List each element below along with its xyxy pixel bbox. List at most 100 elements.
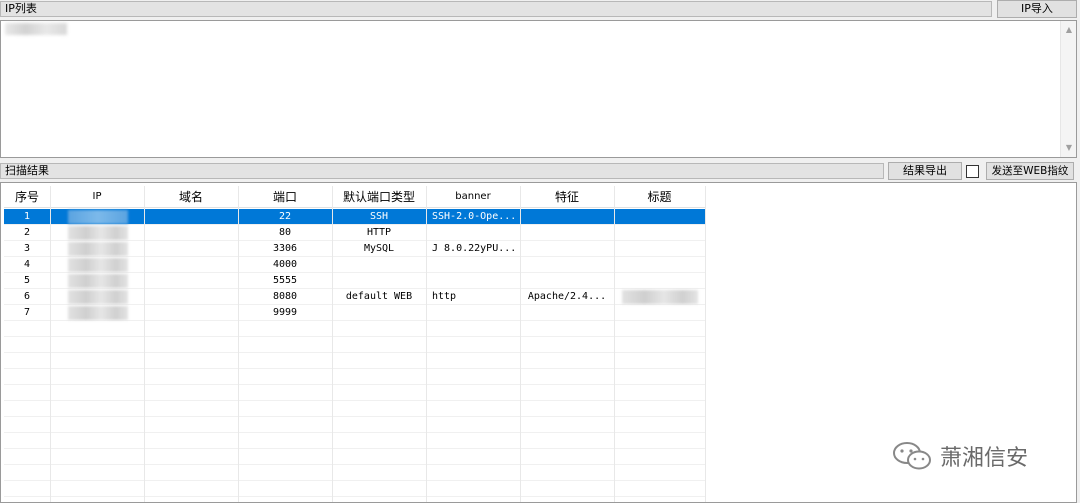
col-header-feature[interactable]: 特征 [520, 186, 614, 208]
scroll-down-icon[interactable]: ▼ [1061, 141, 1077, 155]
table-header-row: 序号 IP 域名 端口 默认端口类型 banner 特征 标题 [4, 186, 705, 208]
redacted-ip [68, 306, 128, 320]
column-divider[interactable] [426, 186, 427, 502]
grid-line [4, 384, 705, 385]
table-row[interactable]: 2 80 HTTP [4, 225, 705, 241]
col-header-ip[interactable]: IP [50, 186, 144, 208]
cell-banner [426, 305, 520, 321]
cell-port: 9999 [272, 307, 298, 318]
cell-domain [144, 273, 238, 289]
column-divider[interactable] [705, 186, 706, 502]
scan-results-title: 扫描结果 [5, 164, 49, 177]
send-to-web-fingerprint-button[interactable]: 发送至WEB指纹 [986, 162, 1074, 180]
cell-type [332, 257, 426, 273]
redacted-ip [68, 242, 128, 256]
table-row[interactable]: 3 3306 MySQL J 8.0.22yPU... [4, 241, 705, 257]
cell-type [332, 305, 426, 321]
table-row[interactable]: 1 22 SSH SSH-2.0-Ope... [4, 209, 705, 225]
table-row[interactable]: 6 8080 default WEB http Apache/2.4... [4, 289, 705, 305]
table-row[interactable]: 5 5555 [4, 273, 705, 289]
watermark-text: 萧湘信安 [940, 446, 1029, 471]
grid-line [4, 352, 705, 353]
grid-line [4, 464, 705, 465]
column-divider[interactable] [144, 186, 145, 502]
cell-banner [426, 225, 520, 241]
cell-title [614, 305, 705, 321]
column-divider[interactable] [614, 186, 615, 502]
scroll-up-icon[interactable]: ▲ [1061, 23, 1077, 37]
cell-domain [144, 225, 238, 241]
cell-type: SSH [369, 211, 389, 222]
grid-line [4, 496, 705, 497]
redacted-ip [68, 290, 128, 304]
cell-feature [520, 305, 614, 321]
column-divider[interactable] [50, 186, 51, 502]
grid-line [4, 368, 705, 369]
cell-domain [144, 289, 238, 305]
cell-no: 7 [23, 307, 31, 318]
cell-feature [520, 273, 614, 289]
ip-list-title: IP列表 [5, 2, 37, 15]
cell-feature [520, 225, 614, 241]
cell-title [614, 241, 705, 257]
ip-list-header: IP列表 [0, 1, 992, 17]
cell-no: 5 [23, 275, 31, 286]
cell-no: 3 [23, 243, 31, 254]
export-results-button[interactable]: 结果导出 [888, 162, 962, 180]
cell-port: 3306 [272, 243, 298, 254]
column-divider[interactable] [332, 186, 333, 502]
grid-line [4, 416, 705, 417]
cell-type: HTTP [366, 227, 392, 238]
cell-no: 6 [23, 291, 31, 302]
grid-line [4, 336, 705, 337]
cell-no: 4 [23, 259, 31, 270]
scan-results-header: 扫描结果 [0, 163, 884, 179]
cell-no: 2 [23, 227, 31, 238]
cell-banner [426, 273, 520, 289]
cell-type: default WEB [345, 291, 413, 302]
wechat-icon [893, 442, 931, 470]
cell-no: 1 [23, 211, 31, 222]
cell-port: 80 [278, 227, 292, 238]
col-header-domain[interactable]: 域名 [144, 186, 238, 208]
cell-domain [144, 241, 238, 257]
redacted-ip [68, 258, 128, 272]
column-divider[interactable] [238, 186, 239, 502]
send-web-checkbox[interactable] [966, 165, 979, 178]
column-divider[interactable] [520, 186, 521, 502]
watermark: 萧湘信安 [890, 438, 1060, 474]
cell-domain [144, 209, 238, 225]
col-header-title[interactable]: 标题 [614, 186, 705, 208]
cell-banner [426, 257, 520, 273]
cell-domain [144, 305, 238, 321]
grid-line [4, 400, 705, 401]
redacted-title [622, 290, 698, 304]
redacted-ip [68, 226, 128, 240]
col-header-banner[interactable]: banner [426, 186, 520, 208]
cell-domain [144, 257, 238, 273]
ip-import-button[interactable]: IP导入 [997, 0, 1077, 18]
ip-list-scrollbar[interactable]: ▲ ▼ [1060, 21, 1076, 157]
table-row[interactable]: 7 9999 [4, 305, 705, 321]
grid-line [4, 448, 705, 449]
col-header-port[interactable]: 端口 [238, 186, 332, 208]
cell-type: MySQL [363, 243, 395, 254]
col-header-default-type[interactable]: 默认端口类型 [332, 186, 426, 208]
ip-list-textarea[interactable]: ▲ ▼ [0, 20, 1077, 158]
cell-port: 22 [278, 211, 292, 222]
table-row[interactable]: 4 4000 [4, 257, 705, 273]
cell-title [614, 225, 705, 241]
cell-banner: J 8.0.22yPU... [432, 243, 517, 254]
cell-port: 8080 [272, 291, 298, 302]
redacted-ip-text [5, 23, 67, 35]
cell-port: 5555 [272, 275, 298, 286]
redacted-ip [68, 210, 128, 224]
cell-type [332, 273, 426, 289]
cell-feature [520, 257, 614, 273]
cell-feature: Apache/2.4... [527, 291, 607, 302]
col-header-index[interactable]: 序号 [4, 186, 50, 208]
grid-line [4, 480, 705, 481]
cell-title [614, 273, 705, 289]
cell-banner: SSH-2.0-Ope... [432, 211, 517, 222]
cell-port: 4000 [272, 259, 298, 270]
